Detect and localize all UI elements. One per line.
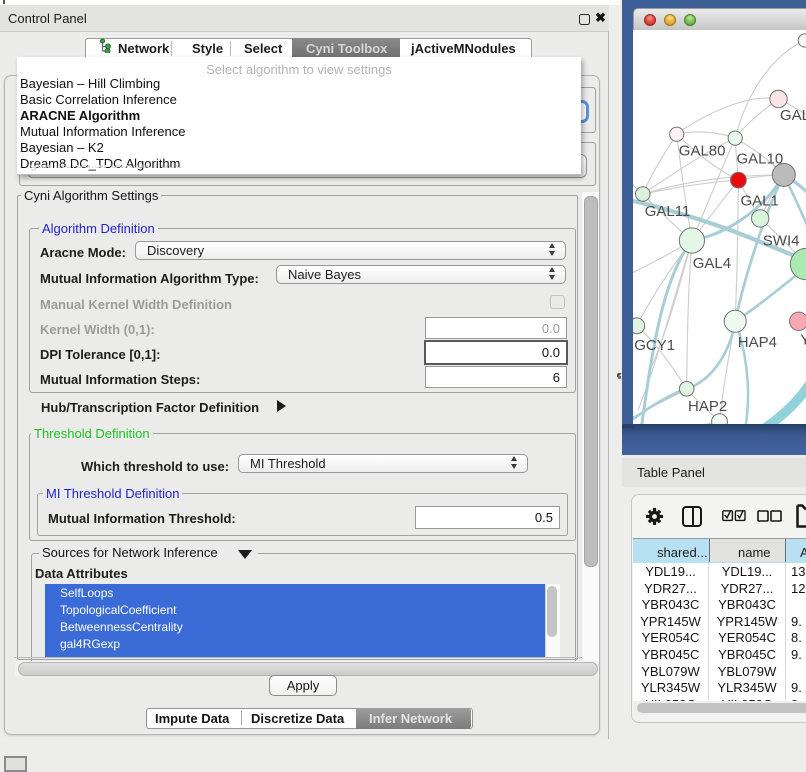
svg-text:HAP4: HAP4 (738, 334, 777, 351)
svg-text:GAL10: GAL10 (737, 151, 784, 168)
svg-text:GAL1: GAL1 (741, 193, 779, 210)
svg-text:SWI4: SWI4 (763, 233, 800, 250)
svg-text:GAL80: GAL80 (679, 143, 726, 160)
svg-text:GAL4: GAL4 (693, 255, 731, 272)
svg-text:Y: Y (800, 332, 806, 349)
svg-text:GCY1: GCY1 (634, 337, 675, 354)
svg-text:HAP2: HAP2 (688, 398, 727, 415)
svg-text:GAL7: GAL7 (780, 107, 806, 124)
svg-text:GAL11: GAL11 (645, 203, 691, 220)
